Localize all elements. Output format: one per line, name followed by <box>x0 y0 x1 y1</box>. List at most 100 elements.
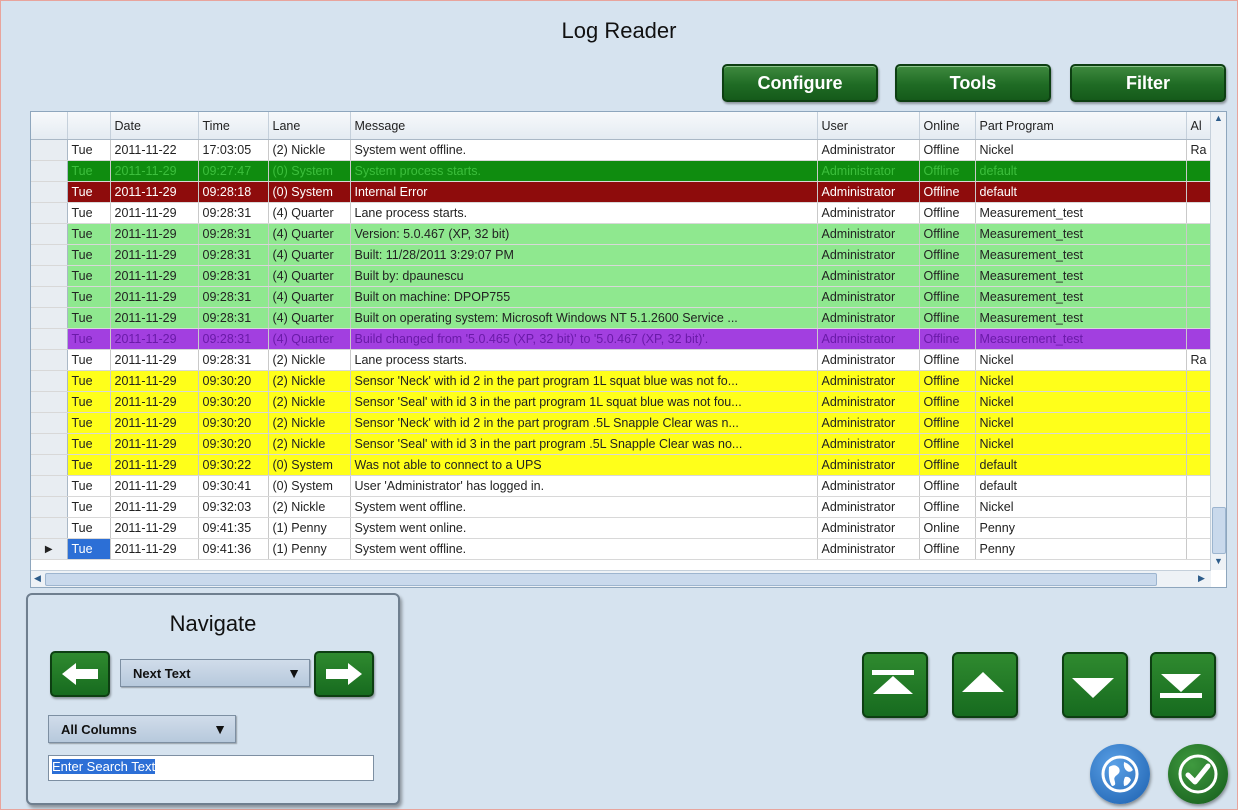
cell-message[interactable]: System went offline. <box>350 538 818 560</box>
table-row[interactable]: Tue 2011-11-29 09:28:31 (4) Quarter Version:… <box>31 223 1212 245</box>
cell-al[interactable] <box>1186 181 1212 203</box>
cell-time[interactable]: 09:27:47 <box>198 160 269 182</box>
table-row[interactable]: Tue 2011-11-29 09:28:31 (2) Nickle Lane proc… <box>31 349 1212 371</box>
row-header[interactable] <box>31 286 68 308</box>
vertical-scroll-thumb[interactable] <box>1212 507 1226 554</box>
table-row[interactable]: Tue 2011-11-29 09:30:20 (2) Nickle Sensor 'S… <box>31 433 1212 455</box>
row-header[interactable] <box>31 244 68 266</box>
cell-date[interactable]: 2011-11-22 <box>110 139 199 161</box>
cell-time[interactable]: 09:30:20 <box>198 433 269 455</box>
cell-part-program[interactable]: Nickel <box>975 139 1187 161</box>
cell-al[interactable] <box>1186 223 1212 245</box>
cell-message[interactable]: System went offline. <box>350 496 818 518</box>
cell-lane[interactable]: (0) System <box>268 475 351 497</box>
cell-user[interactable]: Administrator <box>817 328 920 350</box>
table-row[interactable]: Tue 2011-11-29 09:28:31 (4) Quarter Built on… <box>31 286 1212 308</box>
cell-online[interactable]: Offline <box>919 454 976 476</box>
cell-time[interactable]: 09:41:36 <box>198 538 269 560</box>
cell-lane[interactable]: (4) Quarter <box>268 328 351 350</box>
cell-lane[interactable]: (0) System <box>268 454 351 476</box>
cell-message[interactable]: Built on machine: DPOP755 <box>350 286 818 308</box>
cell-user[interactable]: Administrator <box>817 538 920 560</box>
cell-time[interactable]: 09:28:31 <box>198 223 269 245</box>
cell-lane[interactable]: (4) Quarter <box>268 244 351 266</box>
cell-message[interactable]: Internal Error <box>350 181 818 203</box>
table-row[interactable]: Tue 2011-11-29 09:28:31 (4) Quarter Built: 1… <box>31 244 1212 266</box>
cell-day[interactable]: Tue <box>67 517 111 539</box>
column-header-time[interactable]: Time <box>198 112 269 140</box>
table-row[interactable]: Tue 2011-11-29 09:30:20 (2) Nickle Sensor 'N… <box>31 412 1212 434</box>
column-header-part-program[interactable]: Part Program <box>975 112 1187 140</box>
cell-date[interactable]: 2011-11-29 <box>110 181 199 203</box>
cell-al[interactable] <box>1186 370 1212 392</box>
cell-message[interactable]: System process starts. <box>350 160 818 182</box>
cell-date[interactable]: 2011-11-29 <box>110 433 199 455</box>
cell-user[interactable]: Administrator <box>817 181 920 203</box>
cell-lane[interactable]: (0) System <box>268 160 351 182</box>
cell-part-program[interactable]: Nickel <box>975 412 1187 434</box>
cell-online[interactable]: Offline <box>919 286 976 308</box>
cell-part-program[interactable]: Measurement_test <box>975 328 1187 350</box>
configure-button[interactable]: Configure <box>722 64 878 102</box>
scroll-down-arrow-icon[interactable]: ▼ <box>1214 556 1223 566</box>
cell-part-program[interactable]: default <box>975 181 1187 203</box>
row-header[interactable] <box>31 391 68 413</box>
row-header[interactable] <box>31 454 68 476</box>
cell-al[interactable] <box>1186 265 1212 287</box>
cell-message[interactable]: System went online. <box>350 517 818 539</box>
cell-time[interactable]: 09:30:41 <box>198 475 269 497</box>
cell-time[interactable]: 09:32:03 <box>198 496 269 518</box>
row-header[interactable] <box>31 160 68 182</box>
cell-day[interactable]: Tue <box>67 202 111 224</box>
cell-date[interactable]: 2011-11-29 <box>110 223 199 245</box>
row-header[interactable] <box>31 328 68 350</box>
navigate-mode-select[interactable]: Next Text ▼ <box>120 659 310 687</box>
cell-lane[interactable]: (1) Penny <box>268 517 351 539</box>
cell-part-program[interactable]: Measurement_test <box>975 307 1187 329</box>
cell-date[interactable]: 2011-11-29 <box>110 370 199 392</box>
cell-al[interactable] <box>1186 433 1212 455</box>
cell-message[interactable]: Version: 5.0.467 (XP, 32 bit) <box>350 223 818 245</box>
cell-day[interactable]: Tue <box>67 328 111 350</box>
row-header[interactable]: ▶ <box>31 538 68 560</box>
cell-message[interactable]: Built: 11/28/2011 3:29:07 PM <box>350 244 818 266</box>
cell-user[interactable]: Administrator <box>817 223 920 245</box>
table-row[interactable]: Tue 2011-11-29 09:28:31 (4) Quarter Build ch… <box>31 328 1212 350</box>
cell-online[interactable]: Offline <box>919 307 976 329</box>
cell-day[interactable]: Tue <box>67 370 111 392</box>
cell-time[interactable]: 17:03:05 <box>198 139 269 161</box>
tools-button[interactable]: Tools <box>895 64 1051 102</box>
table-row[interactable]: Tue 2011-11-29 09:30:41 (0) System User 'Adm… <box>31 475 1212 497</box>
scroll-right-arrow-icon[interactable]: ▶ <box>1198 573 1205 584</box>
table-row[interactable]: Tue 2011-11-29 09:28:31 (4) Quarter Built on… <box>31 307 1212 329</box>
cell-lane[interactable]: (1) Penny <box>268 538 351 560</box>
cell-al[interactable] <box>1186 307 1212 329</box>
cell-al[interactable] <box>1186 475 1212 497</box>
cell-part-program[interactable]: Nickel <box>975 370 1187 392</box>
row-header[interactable] <box>31 433 68 455</box>
cell-time[interactable]: 09:30:20 <box>198 391 269 413</box>
cell-al[interactable] <box>1186 286 1212 308</box>
cell-time[interactable]: 09:30:22 <box>198 454 269 476</box>
cell-message[interactable]: Sensor 'Seal' with id 3 in the part prog… <box>350 391 818 413</box>
cell-online[interactable]: Offline <box>919 475 976 497</box>
cell-al[interactable] <box>1186 391 1212 413</box>
cell-day[interactable]: Tue <box>67 349 111 371</box>
cell-day[interactable]: Tue <box>67 475 111 497</box>
column-header-date[interactable]: Date <box>110 112 199 140</box>
horizontal-scrollbar[interactable]: ◀ ▶ <box>31 570 1211 587</box>
table-row[interactable]: Tue 2011-11-22 17:03:05 (2) Nickle System we… <box>31 139 1212 161</box>
cell-user[interactable]: Administrator <box>817 412 920 434</box>
cell-lane[interactable]: (2) Nickle <box>268 349 351 371</box>
row-header[interactable] <box>31 370 68 392</box>
cell-al[interactable] <box>1186 454 1212 476</box>
cell-message[interactable]: Was not able to connect to a UPS <box>350 454 818 476</box>
cell-time[interactable]: 09:41:35 <box>198 517 269 539</box>
language-button[interactable] <box>1090 744 1150 804</box>
cell-part-program[interactable]: Nickel <box>975 433 1187 455</box>
cell-user[interactable]: Administrator <box>817 244 920 266</box>
table-row[interactable]: Tue 2011-11-29 09:30:22 (0) System Was not a… <box>31 454 1212 476</box>
cell-time[interactable]: 09:30:20 <box>198 412 269 434</box>
cell-part-program[interactable]: Measurement_test <box>975 223 1187 245</box>
cell-online[interactable]: Offline <box>919 496 976 518</box>
